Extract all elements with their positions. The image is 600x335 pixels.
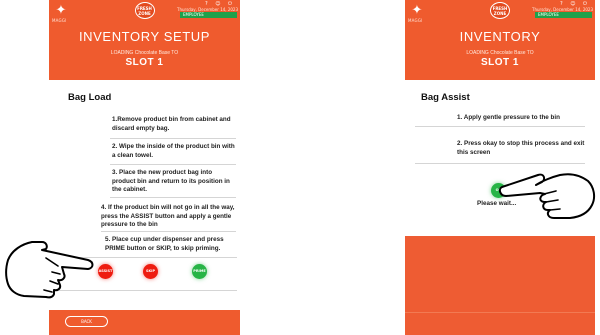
step-2: 2. Press okay to stop this process and e…: [457, 140, 585, 156]
divider: [101, 231, 236, 232]
page-title: INVENTORY: [459, 29, 541, 44]
divider: [110, 138, 236, 139]
top-bar: ✦ MAGGI FRESH ZONE ? ☺ ⏻ Thursday, Decem…: [49, 0, 240, 24]
step-1: 1. Apply gentle pressure to the bin: [457, 114, 560, 121]
brand-logo: FRESH ZONE: [134, 2, 155, 19]
pointing-hand-icon: [5, 241, 94, 299]
step-1: 1.Remove product bin from cabinet and di…: [112, 116, 231, 132]
brand-logo: FRESH ZONE: [490, 2, 510, 19]
divider: [110, 164, 236, 165]
panel-heading: Bag Assist: [421, 92, 470, 103]
step-2: 2. Wipe the inside of the product bin wi…: [112, 143, 235, 159]
app-tag: MAGGI: [408, 18, 423, 23]
app-tag: MAGGI: [52, 18, 67, 23]
step-3: 3. Place the new product bag into produc…: [112, 169, 230, 193]
top-bar: ✦ MAGGI FRESH ZONE ? ☺ ⏻ Thursday, Decem…: [405, 0, 595, 24]
skip-button[interactable]: SKIP: [143, 264, 158, 279]
divider: [415, 126, 585, 127]
prime-button[interactable]: PRIME: [192, 264, 207, 279]
page-subtitle: LOADING Chocolate Base TO: [466, 50, 534, 56]
back-button[interactable]: BACK: [65, 316, 108, 327]
page-title: INVENTORY SETUP: [78, 29, 211, 44]
panel-heading: Bag Load: [68, 92, 112, 103]
divider: [110, 197, 236, 198]
employee-badge: EMPLOYEE: [180, 12, 237, 18]
employee-badge: EMPLOYEE: [535, 12, 592, 18]
slot-label: SLOT 1: [125, 57, 164, 68]
divider: [405, 312, 595, 313]
page-subtitle: LOADING Chocolate Base TO: [110, 50, 179, 56]
divider: [415, 163, 585, 164]
bottom-area: [405, 236, 595, 335]
step-5: 5. Place cup under dispenser and press P…: [105, 236, 224, 252]
step-4: 4. If the product bin will not go in all…: [101, 204, 235, 228]
pointing-hand-icon: [498, 173, 596, 219]
sparkle-icon: ✦: [55, 2, 67, 17]
slot-label: SLOT 1: [480, 57, 519, 68]
sparkle-icon: ✦: [411, 2, 423, 17]
